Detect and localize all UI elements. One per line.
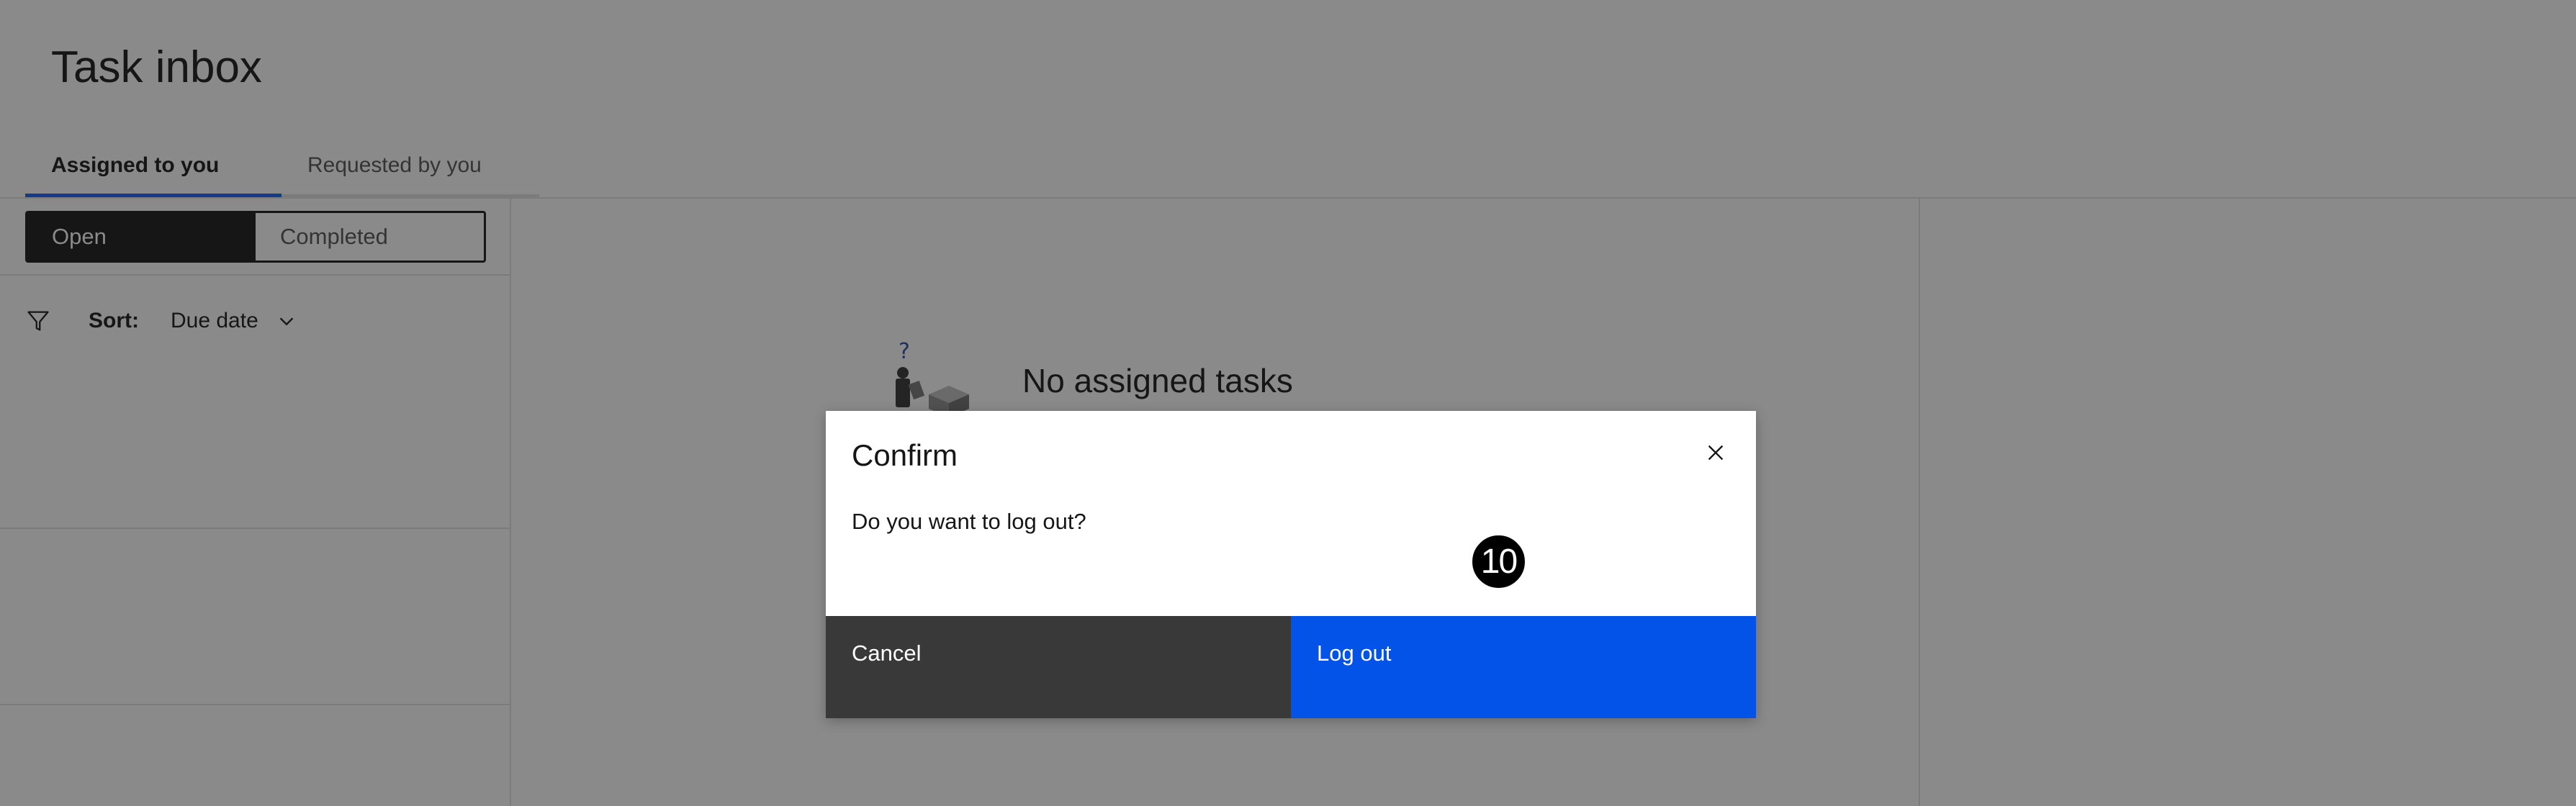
log-out-button[interactable]: Log out [1291, 616, 1756, 718]
dialog-title: Confirm [852, 438, 958, 472]
confirm-dialog: Confirm Do you want to log out? Cancel L… [826, 411, 1756, 718]
dialog-message: Do you want to log out? [852, 509, 1086, 534]
close-button[interactable] [1687, 424, 1744, 481]
step-number-badge: 10 [1470, 533, 1527, 590]
dialog-footer: Cancel Log out [826, 616, 1756, 718]
cancel-button[interactable]: Cancel [826, 616, 1291, 718]
close-icon [1708, 445, 1724, 461]
